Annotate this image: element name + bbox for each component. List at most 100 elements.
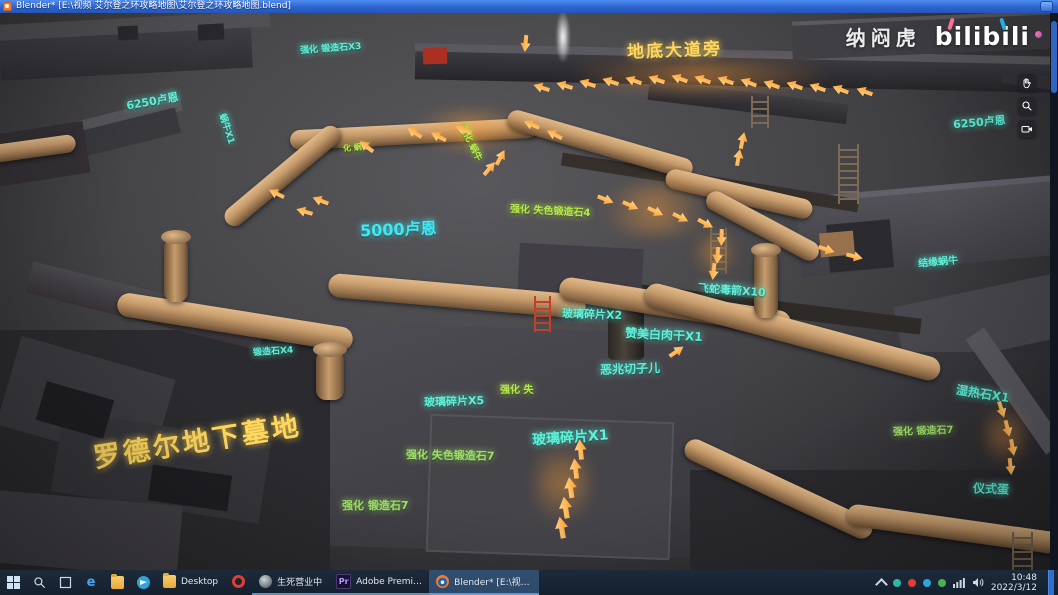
taskbar-app-label: Desktop: [181, 577, 218, 587]
route-arrow: [670, 209, 690, 226]
windows-logo-icon: [7, 576, 20, 589]
taskbar: e Desktop 生死营业中 Pr Adobe Premiere ... Bl…: [0, 570, 1058, 595]
titlebar-button[interactable]: [1041, 2, 1052, 11]
tray-app-icon[interactable]: [908, 579, 916, 587]
route-arrow: [266, 185, 286, 202]
clock-date: 2022/3/12: [991, 583, 1037, 593]
route-arrow: [553, 515, 571, 539]
map-label: 强化 失: [500, 381, 533, 396]
clock-time: 10:48: [991, 573, 1037, 583]
zoom-tool-button[interactable]: [1018, 97, 1036, 115]
map-label: 强化 失色锻造石4: [510, 200, 591, 219]
route-arrow: [1006, 438, 1020, 457]
edge-icon: e: [87, 576, 96, 589]
route-arrow: [624, 73, 644, 89]
map-label: 强化 锻造石7: [893, 421, 954, 438]
taskbar-app-label: Adobe Premiere ...: [356, 577, 422, 587]
map-label: 仪式蛋: [973, 479, 1010, 497]
route-arrow: [732, 148, 746, 167]
route-arrow: [620, 197, 640, 214]
route-arrow: [645, 203, 665, 220]
map-label: 锻造石X4: [253, 343, 294, 359]
show-desktop-button[interactable]: [1048, 570, 1054, 595]
route-arrow: [532, 80, 552, 96]
task-view-icon: [59, 576, 72, 589]
tray-app-icon[interactable]: [893, 579, 901, 587]
start-button[interactable]: [0, 570, 26, 595]
route-arrow: [557, 495, 575, 519]
route-arrow: [693, 71, 713, 87]
map-label: 强化 失色锻造石7: [406, 446, 495, 464]
screen: Blender* [E:\视频 艾尔登之环攻略地图\艾尔登之环攻略地图.blen…: [0, 0, 1058, 595]
route-arrow: [311, 192, 331, 208]
scrollbar-thumb[interactable]: [1051, 21, 1057, 93]
route-arrow: [568, 458, 584, 480]
taskbar-app-premiere[interactable]: Pr Adobe Premiere ...: [329, 570, 429, 595]
taskbar-app-game[interactable]: 生死营业中: [252, 570, 329, 595]
route-arrow: [735, 131, 749, 150]
task-view-button[interactable]: [52, 570, 78, 595]
map-overlay: 地底大道旁强化 锻造石X36250卢恩6250卢恩蜗牛X1强化 蜗牛化 蜗牛50…: [0, 13, 1058, 570]
route-arrow: [711, 247, 723, 265]
telegram-icon: [137, 576, 150, 589]
taskbar-app-desktop[interactable]: Desktop: [156, 570, 225, 595]
taskbar-app-label: 生死营业中: [277, 575, 322, 588]
magnifier-icon: [1021, 100, 1033, 112]
route-arrow: [428, 128, 448, 146]
game-icon: [259, 575, 272, 588]
route-arrow: [808, 79, 828, 95]
route-arrow: [855, 83, 875, 99]
map-label: 玻璃碎片X2: [562, 305, 623, 323]
hand-icon: [1021, 77, 1033, 89]
window-titlebar[interactable]: Blender* [E:\视频 艾尔登之环攻略地图\艾尔登之环攻略地图.blen…: [0, 0, 1058, 13]
map-label: 地底大道旁: [627, 34, 723, 62]
route-arrow: [716, 72, 736, 88]
route-arrow: [601, 74, 621, 90]
route-arrow: [578, 76, 598, 92]
route-arrow: [831, 81, 851, 97]
map-label: 玻璃碎片X1: [531, 424, 609, 449]
route-arrow: [522, 116, 542, 133]
map-label: 玻璃碎片X5: [424, 392, 485, 410]
camera-tool-button[interactable]: [1018, 120, 1036, 138]
taskbar-app-opera[interactable]: [225, 570, 252, 595]
route-arrow: [1000, 419, 1015, 438]
route-arrow: [1004, 457, 1017, 475]
search-button[interactable]: [26, 570, 52, 595]
telegram-button[interactable]: [130, 570, 156, 595]
route-arrow: [647, 72, 667, 88]
tray-app-icon[interactable]: [923, 579, 931, 587]
folder-icon: [163, 575, 176, 588]
route-arrow: [562, 476, 579, 499]
route-arrow: [785, 77, 805, 93]
map-label: 蜗牛X1: [217, 112, 239, 146]
network-icon[interactable]: [953, 577, 965, 588]
map-label: 飞蛇毒箭X10: [698, 280, 767, 301]
taskbar-app-label: Blender* [E:\视频...: [454, 575, 532, 588]
taskbar-app-blender[interactable]: Blender* [E:\视频...: [429, 570, 539, 595]
blender-app-icon: [3, 2, 12, 11]
blender-icon: [436, 575, 449, 588]
map-label: 6250卢恩: [125, 89, 180, 114]
system-tray: 10:48 2022/3/12: [877, 570, 1058, 595]
route-arrow: [707, 262, 720, 280]
tray-chevron-up-icon[interactable]: [875, 578, 888, 591]
bilibili-dot-icon: [1035, 31, 1042, 38]
camera-icon: [1021, 123, 1033, 135]
route-arrow: [670, 70, 690, 86]
map-label: 结缘蜗牛: [917, 251, 958, 269]
edge-button[interactable]: e: [78, 570, 104, 595]
3d-viewport[interactable]: 地底大道旁强化 锻造石X36250卢恩6250卢恩蜗牛X1强化 蜗牛化 蜗牛50…: [0, 13, 1058, 570]
tray-clock[interactable]: 10:48 2022/3/12: [991, 573, 1037, 593]
tray-app-icon[interactable]: [938, 579, 946, 587]
viewport-scrollbar[interactable]: [1050, 13, 1058, 570]
watermark-author: 纳闷虎: [846, 22, 921, 51]
hand-tool-button[interactable]: [1018, 74, 1036, 92]
map-scene: 地底大道旁强化 锻造石X36250卢恩6250卢恩蜗牛X1强化 蜗牛化 蜗牛50…: [0, 13, 1058, 570]
volume-icon[interactable]: [972, 577, 984, 588]
route-arrow: [295, 204, 314, 219]
map-label: 罗德尔地下墓地: [90, 404, 304, 475]
explorer-button[interactable]: [104, 570, 130, 595]
map-label: 强化 锻造石7: [342, 497, 408, 513]
route-arrow: [519, 35, 531, 53]
